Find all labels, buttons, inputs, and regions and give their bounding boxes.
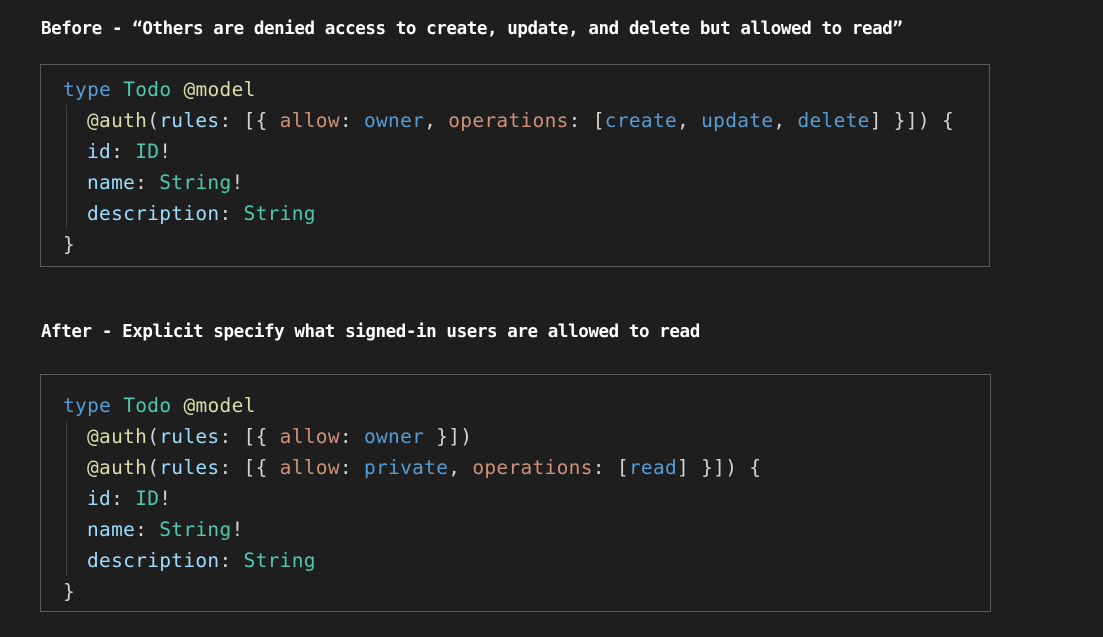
indent-guide bbox=[66, 514, 67, 545]
field-type: String bbox=[243, 549, 316, 572]
auth-directive: @auth bbox=[87, 109, 148, 132]
type-keyword: type bbox=[63, 78, 112, 101]
code-line: description: String bbox=[63, 198, 954, 229]
allow-value: owner bbox=[363, 425, 425, 448]
operation-value: create bbox=[604, 109, 678, 132]
allow-value: private bbox=[363, 456, 449, 479]
after-code-block: type Todo @model @auth(rules: [{ allow: … bbox=[40, 374, 991, 612]
field-name: id bbox=[87, 487, 112, 510]
before-heading: Before - “Others are denied access to cr… bbox=[41, 19, 903, 39]
operation-value: delete bbox=[797, 109, 870, 132]
allow-key: allow bbox=[279, 425, 340, 448]
indent-guide bbox=[66, 167, 67, 198]
rules-arg: rules bbox=[159, 425, 220, 448]
field-type: ID bbox=[135, 487, 160, 510]
operations-key: operations bbox=[472, 456, 593, 479]
type-name: Todo bbox=[123, 394, 172, 417]
field-type: String bbox=[159, 518, 232, 541]
code-line: } bbox=[63, 580, 76, 603]
indent-guide bbox=[66, 136, 67, 167]
before-code-block: type Todo @model @auth(rules: [{ allow: … bbox=[40, 64, 990, 267]
after-code: type Todo @model @auth(rules: [{ allow: … bbox=[63, 390, 761, 607]
before-code: type Todo @model @auth(rules: [{ allow: … bbox=[63, 74, 954, 260]
code-line: id: ID! bbox=[63, 483, 761, 514]
auth-directive: @auth bbox=[87, 456, 148, 479]
rules-arg: rules bbox=[159, 456, 220, 479]
code-line: } bbox=[63, 233, 76, 256]
indent-guide bbox=[66, 483, 67, 514]
field-name: description bbox=[87, 549, 220, 572]
code-line: type Todo @model bbox=[63, 390, 761, 421]
allow-value: owner bbox=[363, 109, 425, 132]
field-type: ID bbox=[135, 140, 160, 163]
code-line: @auth(rules: [{ allow: owner, operations… bbox=[63, 105, 954, 136]
allow-key: allow bbox=[279, 109, 340, 132]
indent-guide bbox=[66, 421, 67, 452]
code-line: description: String bbox=[63, 545, 761, 576]
model-directive: @model bbox=[183, 78, 256, 101]
field-name: description bbox=[87, 202, 220, 225]
operation-value: update bbox=[701, 109, 774, 132]
code-line: name: String! bbox=[63, 167, 954, 198]
field-type: String bbox=[159, 171, 232, 194]
model-directive: @model bbox=[183, 394, 256, 417]
type-keyword: type bbox=[63, 394, 112, 417]
indent-guide bbox=[66, 545, 67, 576]
allow-key: allow bbox=[279, 456, 340, 479]
auth-directive: @auth bbox=[87, 425, 148, 448]
code-line: @auth(rules: [{ allow: owner }]) bbox=[63, 421, 761, 452]
code-line: @auth(rules: [{ allow: private, operatio… bbox=[63, 452, 761, 483]
code-line: id: ID! bbox=[63, 136, 954, 167]
code-line: type Todo @model bbox=[63, 74, 954, 105]
indent-guide bbox=[66, 198, 67, 229]
field-name: name bbox=[87, 171, 136, 194]
operations-key: operations bbox=[448, 109, 569, 132]
type-name: Todo bbox=[123, 78, 172, 101]
field-type: String bbox=[243, 202, 316, 225]
indent-guide bbox=[66, 105, 67, 136]
operation-value: read bbox=[628, 456, 678, 479]
rules-arg: rules bbox=[159, 109, 220, 132]
code-line: name: String! bbox=[63, 514, 761, 545]
indent-guide bbox=[66, 452, 67, 483]
field-name: name bbox=[87, 518, 136, 541]
after-heading: After - Explicit specify what signed-in … bbox=[41, 322, 700, 342]
field-name: id bbox=[87, 140, 112, 163]
